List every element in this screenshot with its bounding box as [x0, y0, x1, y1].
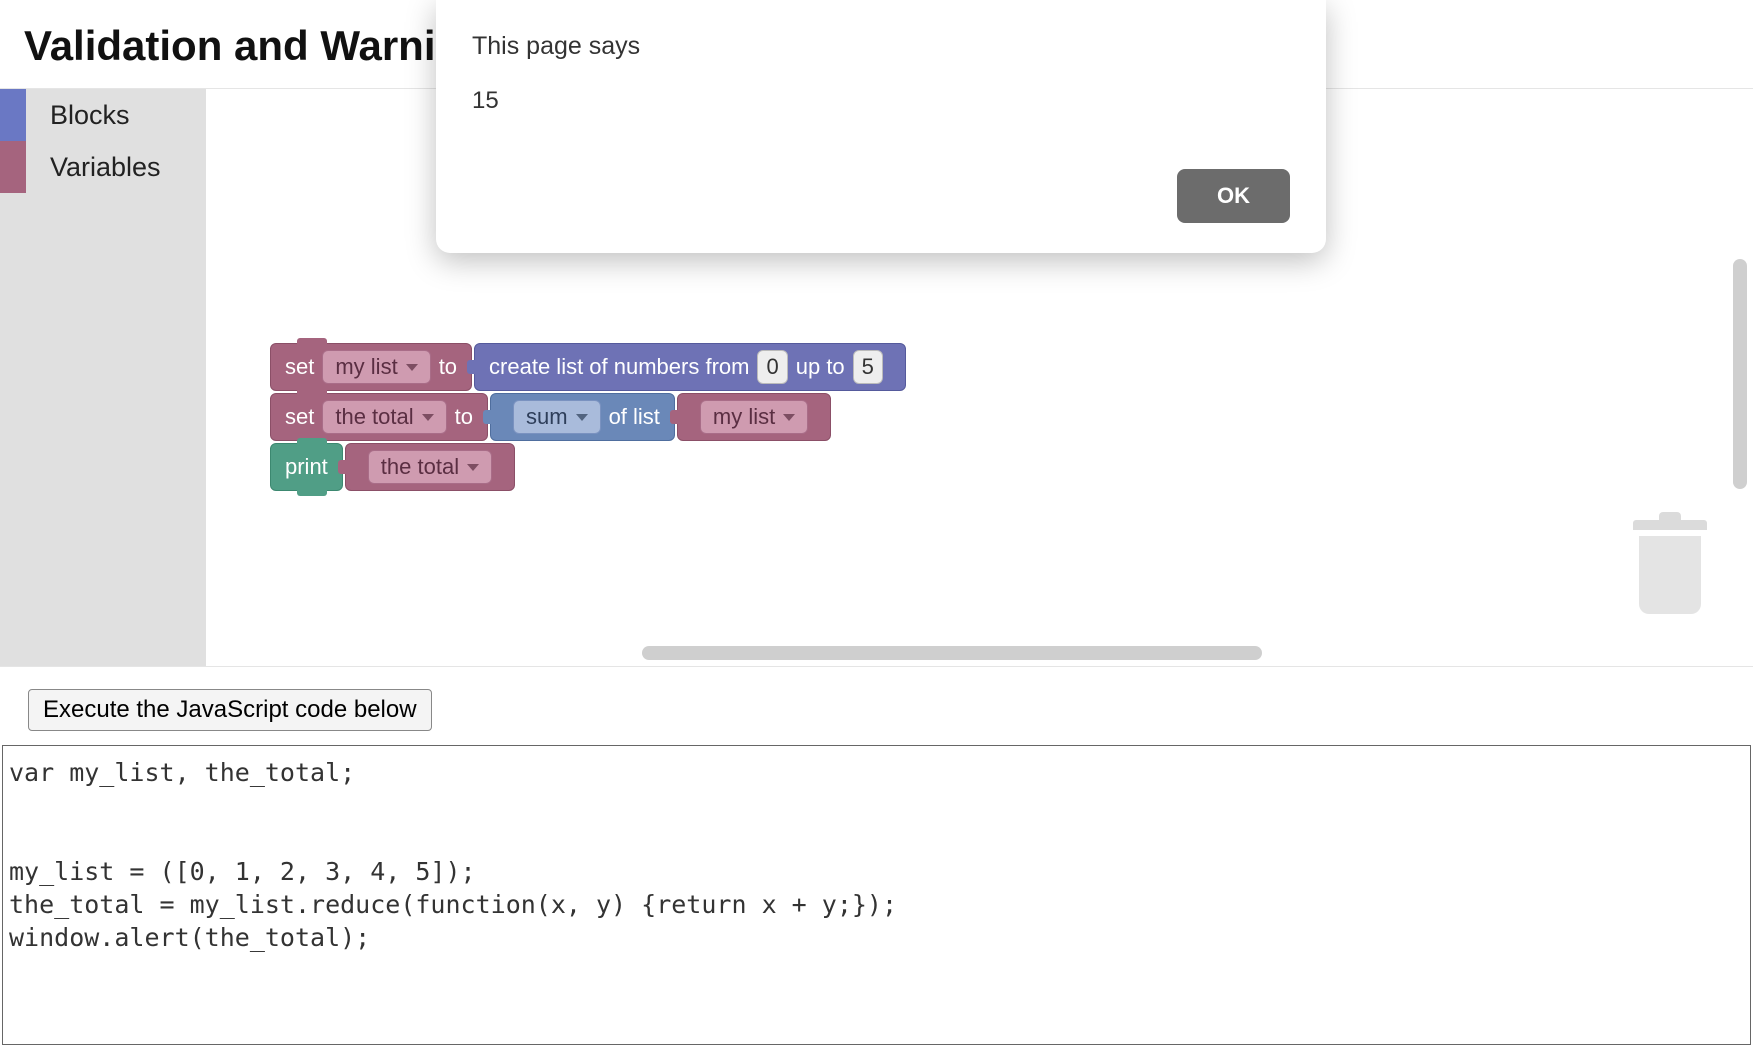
variable-get-block[interactable]: the total: [345, 443, 515, 491]
create-list-block[interactable]: create list of numbers from 0 up to 5: [474, 343, 906, 391]
variable-name: the total: [335, 404, 413, 430]
aggregate-dropdown[interactable]: sum: [513, 400, 601, 434]
to-keyword: to: [455, 404, 473, 430]
oflist-keyword: of list: [609, 404, 660, 430]
upto-keyword: up to: [796, 354, 845, 380]
to-number-field[interactable]: 5: [853, 350, 883, 384]
to-keyword: to: [439, 354, 457, 380]
variable-dropdown-my-list[interactable]: my list: [322, 350, 430, 384]
dialog-title: This page says: [472, 32, 1290, 61]
toolbox-item-label: Blocks: [50, 100, 130, 131]
alert-dialog: This page says 15 OK: [436, 0, 1326, 253]
set-block[interactable]: set the total to: [270, 393, 488, 441]
execute-button[interactable]: Execute the JavaScript code below: [28, 689, 432, 731]
from-number-field[interactable]: 0: [757, 350, 787, 384]
set-block[interactable]: set my list to: [270, 343, 472, 391]
chevron-down-icon: [467, 464, 479, 471]
variable-name: my list: [713, 404, 775, 430]
variable-dropdown-my-list[interactable]: my list: [700, 400, 808, 434]
chevron-down-icon: [406, 364, 418, 371]
aggregate-block[interactable]: sum of list: [490, 393, 675, 441]
toolbox-item-label: Variables: [50, 152, 161, 183]
blocks-swatch-icon: [0, 89, 26, 141]
print-keyword: print: [285, 454, 328, 480]
print-block[interactable]: print: [270, 443, 343, 491]
dialog-message: 15: [472, 87, 1290, 115]
chevron-down-icon: [783, 414, 795, 421]
variable-get-block[interactable]: my list: [677, 393, 831, 441]
horizontal-scrollbar[interactable]: [642, 646, 1262, 660]
aggregate-label: sum: [526, 404, 568, 430]
dialog-ok-button[interactable]: OK: [1177, 169, 1290, 223]
toolbox: Blocks Variables: [0, 89, 206, 666]
set-keyword: set: [285, 354, 314, 380]
create-list-label: create list of numbers from: [489, 354, 749, 380]
chevron-down-icon: [422, 414, 434, 421]
variable-name: my list: [335, 354, 397, 380]
variable-dropdown-the-total[interactable]: the total: [322, 400, 446, 434]
variables-swatch-icon: [0, 141, 26, 193]
chevron-down-icon: [576, 414, 588, 421]
toolbox-item-blocks[interactable]: Blocks: [0, 89, 206, 141]
toolbox-item-variables[interactable]: Variables: [0, 141, 206, 193]
variable-name: the total: [381, 454, 459, 480]
block-stack: set my list to create list of numbers fr…: [270, 343, 908, 493]
trash-icon[interactable]: [1629, 520, 1711, 616]
variable-dropdown-the-total[interactable]: the total: [368, 450, 492, 484]
code-output[interactable]: var my_list, the_total; my_list = ([0, 1…: [2, 745, 1751, 1045]
set-keyword: set: [285, 404, 314, 430]
vertical-scrollbar[interactable]: [1733, 259, 1747, 489]
